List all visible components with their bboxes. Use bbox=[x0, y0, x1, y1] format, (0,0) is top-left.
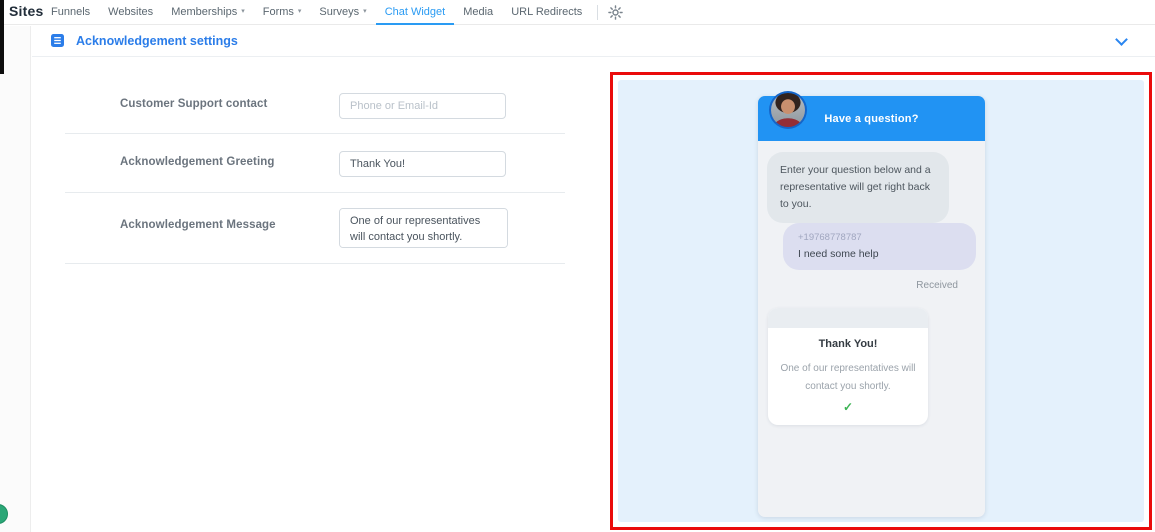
tab-label: URL Redirects bbox=[511, 6, 582, 18]
acknowledgement-message-label: Acknowledgement Message bbox=[120, 219, 276, 231]
chevron-down-icon: ▾ bbox=[363, 8, 367, 15]
widget-preview-panel: Have a question? Enter your question bel… bbox=[618, 80, 1144, 522]
tab-websites[interactable]: Websites bbox=[99, 0, 162, 25]
agent-photo bbox=[771, 93, 805, 127]
check-icon: ✓ bbox=[779, 400, 917, 414]
avatar bbox=[769, 91, 807, 129]
settings-gear-button[interactable] bbox=[608, 0, 623, 24]
chat-header: Have a question? bbox=[758, 96, 985, 141]
tab-label: Websites bbox=[108, 6, 153, 18]
row-divider bbox=[65, 192, 565, 193]
acknowledgement-greeting-input[interactable] bbox=[339, 151, 506, 177]
chat-widget-settings-page: Sites Funnels Websites Memberships ▾ For… bbox=[0, 0, 1155, 532]
tab-surveys[interactable]: Surveys ▾ bbox=[310, 0, 375, 25]
widget-preview-frame: Have a question? Enter your question bel… bbox=[610, 72, 1152, 530]
tab-media[interactable]: Media bbox=[454, 0, 502, 25]
tab-funnels[interactable]: Funnels bbox=[42, 0, 99, 25]
gear-icon bbox=[608, 5, 623, 20]
tab-memberships[interactable]: Memberships ▾ bbox=[162, 0, 254, 25]
acknowledgement-settings-header[interactable]: Acknowledgement settings bbox=[32, 26, 1155, 57]
nav-divider bbox=[597, 5, 598, 20]
tab-label: Chat Widget bbox=[385, 6, 446, 18]
list-icon bbox=[51, 34, 64, 52]
intro-message-bubble: Enter your question below and a represen… bbox=[767, 152, 949, 223]
tab-label: Media bbox=[463, 6, 493, 18]
acknowledgement-card-body: Thank You! One of our representatives wi… bbox=[768, 328, 928, 425]
visitor-message: I need some help bbox=[798, 248, 961, 260]
tab-label: Forms bbox=[263, 6, 294, 18]
customer-support-contact-input[interactable] bbox=[339, 93, 506, 119]
acknowledgement-message-text: One of our representatives will contact … bbox=[779, 360, 917, 395]
nav-tabs: Funnels Websites Memberships ▾ Forms ▾ S… bbox=[42, 0, 591, 25]
customer-support-contact-label: Customer Support contact bbox=[120, 98, 267, 110]
sites-logo: Sites bbox=[9, 3, 43, 19]
top-navigation: Sites Funnels Websites Memberships ▾ For… bbox=[0, 0, 1155, 25]
tab-label: Memberships bbox=[171, 6, 237, 18]
chat-widget-preview: Have a question? Enter your question bel… bbox=[758, 96, 985, 517]
window-edge-strip bbox=[0, 0, 4, 74]
chat-header-title: Have a question? bbox=[824, 113, 918, 125]
acknowledgement-card-band bbox=[768, 308, 928, 328]
acknowledgement-greeting-text: Thank You! bbox=[779, 338, 917, 350]
acknowledgement-greeting-label: Acknowledgement Greeting bbox=[120, 156, 274, 168]
acknowledgement-card: Thank You! One of our representatives wi… bbox=[768, 308, 928, 425]
chevron-down-icon: ▾ bbox=[298, 8, 302, 15]
chevron-down-icon: ▾ bbox=[241, 8, 245, 15]
tab-label: Surveys bbox=[319, 6, 359, 18]
tab-forms[interactable]: Forms ▾ bbox=[254, 0, 311, 25]
tab-chat-widget[interactable]: Chat Widget bbox=[376, 0, 455, 25]
visitor-phone: +19768778787 bbox=[798, 232, 961, 243]
row-divider bbox=[65, 263, 565, 264]
row-divider bbox=[65, 133, 565, 134]
tab-url-redirects[interactable]: URL Redirects bbox=[502, 0, 591, 25]
visitor-message-bubble: +19768778787 I need some help bbox=[783, 223, 976, 270]
tab-label: Funnels bbox=[51, 6, 90, 18]
left-rail bbox=[0, 26, 31, 532]
received-status: Received bbox=[916, 280, 958, 291]
acknowledgement-message-textarea[interactable]: One of our representatives will contact … bbox=[339, 208, 508, 248]
chevron-down-icon[interactable] bbox=[1115, 33, 1128, 46]
section-title: Acknowledgement settings bbox=[76, 34, 238, 48]
